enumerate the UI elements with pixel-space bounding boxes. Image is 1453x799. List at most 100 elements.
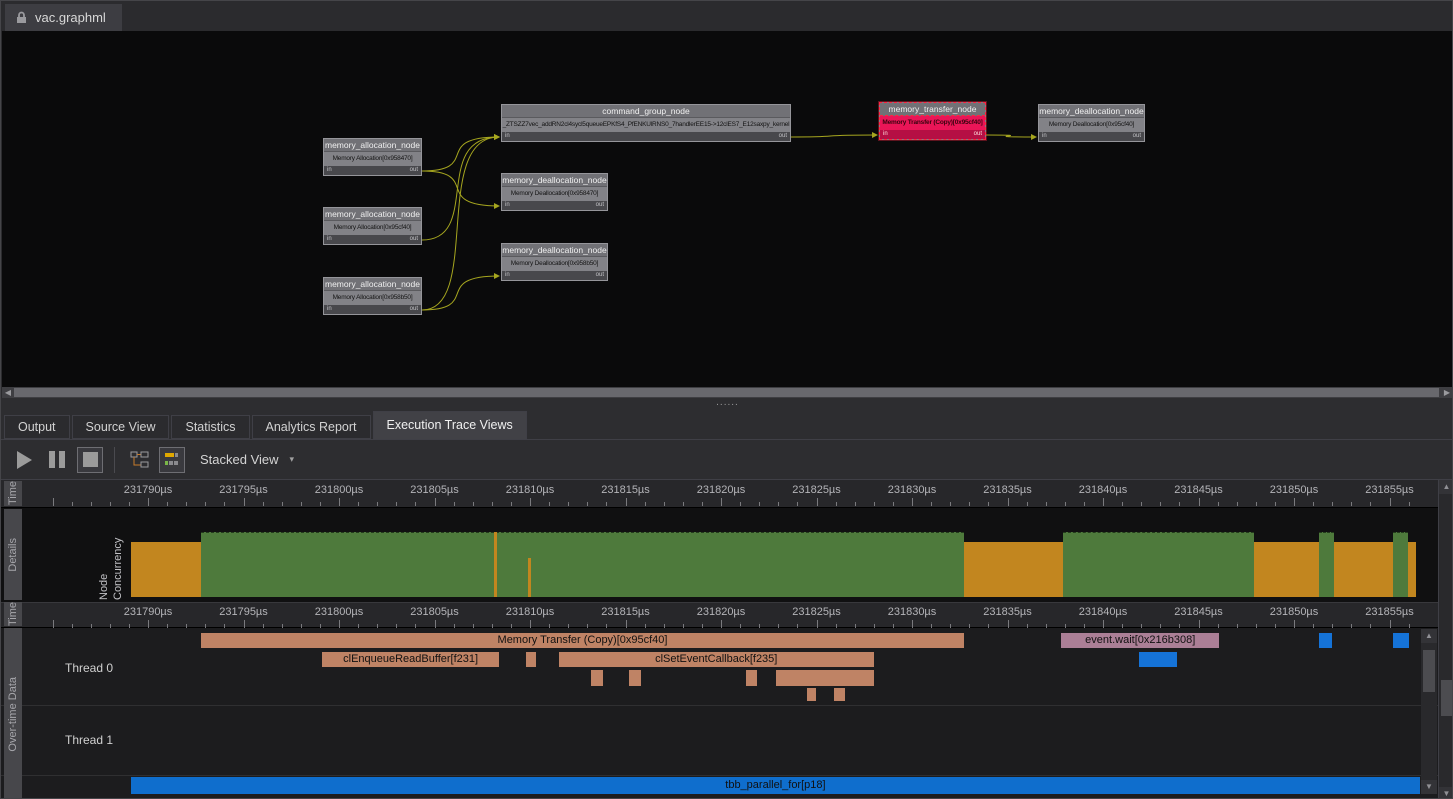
tree-view-button[interactable] bbox=[126, 447, 152, 473]
trace-bar[interactable]: clSetEventCallback[f235] bbox=[559, 652, 874, 667]
trace-bar-small[interactable] bbox=[1139, 652, 1177, 667]
scroll-left-icon[interactable]: ◀ bbox=[2, 387, 14, 398]
section-strip-time-bottom[interactable]: Time bbox=[4, 602, 22, 626]
concurrency-row-label: Node Concurrency bbox=[97, 510, 127, 600]
ruler-tick bbox=[129, 624, 130, 628]
document-tab-bar: vac.graphml bbox=[1, 1, 1453, 31]
scrollbar-thumb[interactable] bbox=[14, 388, 1439, 397]
ruler-tick bbox=[1065, 624, 1066, 628]
ruler-tick bbox=[72, 624, 73, 628]
ruler-tick bbox=[1313, 624, 1314, 628]
trace-bar[interactable]: clEnqueueReadBuffer[f231] bbox=[322, 652, 500, 667]
ruler-tick bbox=[1179, 624, 1180, 628]
graph-node-memory_allocation_node[interactable]: memory_allocation_nodeMemory Allocation[… bbox=[323, 277, 422, 315]
ruler-tick bbox=[549, 624, 550, 628]
ruler-tick bbox=[186, 624, 187, 628]
ruler-tick-label: 231835µs bbox=[983, 606, 1032, 618]
section-strip-details[interactable]: Details bbox=[4, 509, 22, 600]
ruler-tick bbox=[1370, 624, 1371, 628]
trace-bar[interactable]: Memory Transfer (Copy)[0x95cf40] bbox=[201, 633, 963, 648]
ruler-tick bbox=[167, 502, 168, 506]
concurrency-segment-green bbox=[1319, 532, 1334, 597]
trace-toolbar: Stacked View ▾ bbox=[1, 439, 1453, 479]
ruler-tick bbox=[1313, 502, 1314, 506]
view-mode-selector[interactable]: Stacked View bbox=[200, 452, 279, 467]
trace-bar-small[interactable] bbox=[776, 670, 873, 686]
document-tab[interactable]: vac.graphml bbox=[5, 4, 122, 31]
panel-tab-execution-trace-views[interactable]: Execution Trace Views bbox=[373, 411, 527, 439]
scroll-right-icon[interactable]: ▶ bbox=[1441, 387, 1453, 398]
graph-node-memory_allocation_node[interactable]: memory_allocation_nodeMemory Allocation[… bbox=[323, 207, 422, 245]
play-button[interactable] bbox=[11, 447, 37, 473]
graph-edge bbox=[422, 171, 499, 206]
panel-tab-statistics[interactable]: Statistics bbox=[171, 415, 249, 439]
scroll-up-icon[interactable]: ▲ bbox=[1421, 629, 1437, 643]
ruler-tick-label: 231800µs bbox=[315, 606, 364, 618]
pause-button[interactable] bbox=[44, 447, 70, 473]
trace-bar-small[interactable] bbox=[1319, 633, 1332, 648]
graph-node-memory_deallocation_node[interactable]: memory_deallocation_nodeMemory Deallocat… bbox=[501, 173, 608, 211]
panel-tab-output[interactable]: Output bbox=[4, 415, 70, 439]
graph-node-memory_deallocation_node[interactable]: memory_deallocation_nodeMemory Deallocat… bbox=[1038, 104, 1145, 142]
ruler-tick bbox=[492, 624, 493, 628]
ruler-tick bbox=[683, 502, 684, 506]
graph-node-memory_transfer_node[interactable]: memory_transfer_nodeMemory Transfer (Cop… bbox=[879, 102, 986, 140]
trace-bar-small[interactable] bbox=[834, 688, 845, 701]
chevron-down-icon[interactable]: ▾ bbox=[290, 454, 295, 465]
ruler-tick bbox=[396, 624, 397, 628]
graph-node-command_group_node[interactable]: command_group_node_ZTSZZ7vec_addRN2cl4sy… bbox=[501, 104, 791, 142]
trace-bar-small[interactable] bbox=[746, 670, 757, 686]
ruler-tick bbox=[1237, 624, 1238, 628]
ruler-tick bbox=[721, 620, 722, 628]
ruler-tick bbox=[110, 502, 111, 506]
ruler-tick bbox=[91, 502, 92, 506]
trace-bar-small[interactable] bbox=[629, 670, 640, 686]
node-detail: Memory Deallocation[0x958b50] bbox=[502, 257, 607, 271]
graph-edge bbox=[422, 137, 499, 240]
panel-splitter[interactable]: ...... bbox=[1, 398, 1453, 411]
stacked-view-button[interactable] bbox=[159, 447, 185, 473]
ruler-tick bbox=[626, 620, 627, 628]
scroll-up-icon[interactable]: ▲ bbox=[1439, 480, 1453, 494]
trace-bar[interactable]: tbb_parallel_for[p18] bbox=[131, 777, 1420, 794]
ruler-tick-label: 231800µs bbox=[315, 484, 364, 496]
graph-node-memory_deallocation_node[interactable]: memory_deallocation_nodeMemory Deallocat… bbox=[501, 243, 608, 281]
ruler-tick bbox=[549, 502, 550, 506]
overtime-vertical-scrollbar[interactable]: ▲ ▼ bbox=[1421, 629, 1437, 794]
graph-node-memory_allocation_node[interactable]: memory_allocation_nodeMemory Allocation[… bbox=[323, 138, 422, 176]
concurrency-segment-orange bbox=[131, 542, 202, 597]
scroll-down-icon[interactable]: ▼ bbox=[1421, 780, 1437, 794]
ruler-tick bbox=[931, 624, 932, 628]
port-out-label: out bbox=[410, 166, 418, 175]
ruler-tick-label: 231845µs bbox=[1174, 484, 1223, 496]
ruler-tick bbox=[1103, 620, 1104, 628]
trace-bar[interactable]: event.wait[0x216b308] bbox=[1061, 633, 1220, 648]
node-detail: Memory Deallocation[0x958470] bbox=[502, 187, 607, 201]
ruler-tick bbox=[1027, 624, 1028, 628]
ruler-tick bbox=[1332, 624, 1333, 628]
section-label-time-top: Time bbox=[7, 481, 19, 505]
ruler-tick bbox=[1141, 502, 1142, 506]
graph-edge bbox=[422, 137, 499, 310]
trace-bar-small[interactable] bbox=[526, 652, 536, 667]
scrollbar-thumb[interactable] bbox=[1423, 650, 1435, 692]
trace-vertical-scrollbar[interactable]: ▲ ▼ bbox=[1438, 480, 1453, 799]
panel-tab-analytics-report[interactable]: Analytics Report bbox=[252, 415, 371, 439]
section-strip-time-top[interactable]: Time bbox=[4, 481, 22, 506]
section-strip-overtime[interactable]: Over-time Data bbox=[4, 628, 22, 799]
ruler-tick-label: 231825µs bbox=[792, 484, 841, 496]
graph-canvas[interactable]: memory_allocation_nodeMemory Allocation[… bbox=[2, 31, 1453, 387]
ruler-tick bbox=[587, 624, 588, 628]
scroll-down-icon[interactable]: ▼ bbox=[1439, 787, 1453, 799]
concurrency-segment-orange bbox=[1408, 542, 1417, 597]
trace-bar-small[interactable] bbox=[807, 688, 817, 701]
node-ports: inout bbox=[324, 235, 421, 244]
trace-bar-small[interactable] bbox=[1393, 633, 1408, 648]
ruler-tick bbox=[129, 502, 130, 506]
ruler-tick bbox=[320, 502, 321, 506]
panel-tab-bar: OutputSource ViewStatisticsAnalytics Rep… bbox=[1, 411, 1453, 439]
trace-bar-small[interactable] bbox=[591, 670, 602, 686]
panel-tab-source-view[interactable]: Source View bbox=[72, 415, 170, 439]
scrollbar-thumb[interactable] bbox=[1441, 680, 1453, 716]
stop-button[interactable] bbox=[77, 447, 103, 473]
